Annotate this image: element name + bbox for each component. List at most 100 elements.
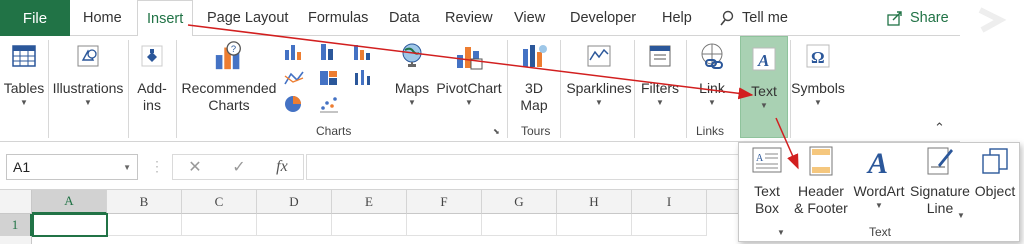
charts-group-label: Charts xyxy=(316,124,352,138)
cell-i1[interactable] xyxy=(632,214,707,236)
sparklines-icon xyxy=(583,40,615,72)
object-label: Object xyxy=(974,183,1016,199)
row-header-2[interactable] xyxy=(0,236,32,244)
tab-review[interactable]: Review xyxy=(445,0,493,36)
column-header-e[interactable]: E xyxy=(332,190,407,214)
table-icon xyxy=(8,40,40,72)
tab-page-layout[interactable]: Page Layout xyxy=(207,0,288,36)
tab-help[interactable]: Help xyxy=(662,0,692,36)
text-button[interactable]: A Text ▼ xyxy=(740,36,788,138)
enter-icon[interactable]: ✓ xyxy=(232,157,245,177)
divider xyxy=(176,40,177,138)
tab-data[interactable]: Data xyxy=(389,0,420,36)
chevron-down-icon: ▼ xyxy=(595,98,603,107)
column-header-d[interactable]: D xyxy=(257,190,332,214)
tab-file[interactable]: File xyxy=(0,0,70,36)
share-icon xyxy=(887,11,902,26)
svg-text:?: ? xyxy=(231,43,236,54)
stock-chart-icon[interactable] xyxy=(352,68,374,88)
svg-text:A: A xyxy=(756,153,764,164)
3d-map-label-1: 3D xyxy=(525,80,543,96)
sparklines-button[interactable]: Sparklines ▼ xyxy=(565,40,633,109)
collapse-ribbon-icon[interactable]: ⌃ xyxy=(934,120,945,136)
insert-function-icon[interactable]: fx xyxy=(276,158,288,176)
divider xyxy=(560,40,561,138)
text-box-label-2: Box xyxy=(754,200,780,216)
tab-insert[interactable]: Insert xyxy=(137,0,194,37)
text-group-label: Text xyxy=(868,225,891,239)
window-corner xyxy=(960,0,1024,36)
dialog-launcher-icon[interactable]: ⬊ xyxy=(493,126,500,138)
header-footer-button[interactable]: Header & Footer xyxy=(791,145,851,217)
waterfall-chart-icon[interactable] xyxy=(352,42,374,62)
links-group-label: Links xyxy=(696,124,725,138)
tell-me-search[interactable]: Tell me xyxy=(718,0,788,36)
addins-button[interactable]: Add- ins xyxy=(132,40,172,114)
row-header-1[interactable]: 1 xyxy=(0,214,32,236)
hierarchy-chart-icon[interactable] xyxy=(318,68,340,88)
illustrations-button[interactable]: Illustrations ▼ xyxy=(50,40,126,109)
text-box-icon: A xyxy=(751,145,783,177)
filters-button[interactable]: Filters ▼ xyxy=(638,40,682,109)
symbols-button[interactable]: Ω Symbols ▼ xyxy=(791,40,845,109)
wordart-button[interactable]: A WordArt ▼ xyxy=(851,145,907,212)
column-header-h[interactable]: H xyxy=(557,190,632,214)
tab-home[interactable]: Home xyxy=(83,0,122,36)
pivotchart-button[interactable]: PivotChart ▼ xyxy=(435,40,503,109)
column-header-i[interactable]: I xyxy=(632,190,707,214)
divider xyxy=(48,40,49,138)
column-header-g[interactable]: G xyxy=(482,190,557,214)
column-header-a[interactable]: A xyxy=(32,190,107,214)
sparklines-label: Sparklines xyxy=(566,80,632,96)
cell-e1[interactable] xyxy=(332,214,407,236)
cell-c1[interactable] xyxy=(182,214,257,236)
wordart-a-icon: A xyxy=(748,43,780,75)
resize-handle-icon[interactable]: ⋮ xyxy=(150,158,164,175)
signature-icon xyxy=(924,145,956,177)
column-header-f[interactable]: F xyxy=(407,190,482,214)
name-box-value: A1 xyxy=(13,159,31,175)
tab-view[interactable]: View xyxy=(514,0,545,36)
maps-button[interactable]: Maps ▼ xyxy=(392,40,432,109)
cell-g1[interactable] xyxy=(482,214,557,236)
link-button[interactable]: Link ▼ xyxy=(690,40,734,109)
line-chart-icon[interactable] xyxy=(318,42,340,62)
tours-group-label: Tours xyxy=(521,124,551,138)
share-button[interactable]: Share xyxy=(886,0,949,36)
cancel-icon[interactable]: ✕ xyxy=(188,157,201,177)
wordart-label: WordArt xyxy=(853,183,905,199)
text-label: Text xyxy=(751,83,777,99)
wordart-icon: A xyxy=(863,145,895,177)
chevron-down-icon: ▼ xyxy=(408,98,416,107)
addins-icon xyxy=(136,40,168,72)
object-button[interactable]: Object xyxy=(971,145,1019,200)
tab-developer[interactable]: Developer xyxy=(570,0,636,36)
cell-d1[interactable] xyxy=(257,214,332,236)
watermark-icon xyxy=(978,7,1007,33)
3d-map-icon xyxy=(518,40,550,72)
signature-line-label-1: Signature xyxy=(910,183,970,199)
name-box[interactable]: A1 ▼ xyxy=(6,154,138,180)
signature-line-button[interactable]: Signature Line xyxy=(909,145,971,217)
scatter-plot-icon[interactable] xyxy=(318,94,340,114)
pie-chart-icon[interactable] xyxy=(283,94,305,114)
signature-line-label-2: Line xyxy=(926,200,954,216)
tables-button[interactable]: Tables ▼ xyxy=(4,40,44,109)
tab-formulas[interactable]: Formulas xyxy=(308,0,368,36)
recommended-charts-label-2: Charts xyxy=(208,97,250,113)
column-header-b[interactable]: B xyxy=(107,190,182,214)
select-all-corner[interactable] xyxy=(0,190,32,214)
text-box-button[interactable]: A Text Box xyxy=(745,145,789,217)
column-header-c[interactable]: C xyxy=(182,190,257,214)
scatter-chart-icon[interactable] xyxy=(283,68,305,88)
cell-f1[interactable] xyxy=(407,214,482,236)
text-dropdown-menu: A Text Box ▼ Header & Footer A WordArt ▼… xyxy=(738,142,1020,242)
cell-a1[interactable] xyxy=(32,213,108,237)
cell-b1[interactable] xyxy=(108,214,182,236)
recommended-charts-button[interactable]: ? Recommended Charts xyxy=(180,40,278,114)
3d-map-button[interactable]: 3D Map xyxy=(514,40,554,114)
cell-h1[interactable] xyxy=(557,214,632,236)
header-footer-icon xyxy=(805,145,837,177)
column-chart-icon[interactable] xyxy=(283,42,305,62)
tables-label: Tables xyxy=(3,80,45,96)
